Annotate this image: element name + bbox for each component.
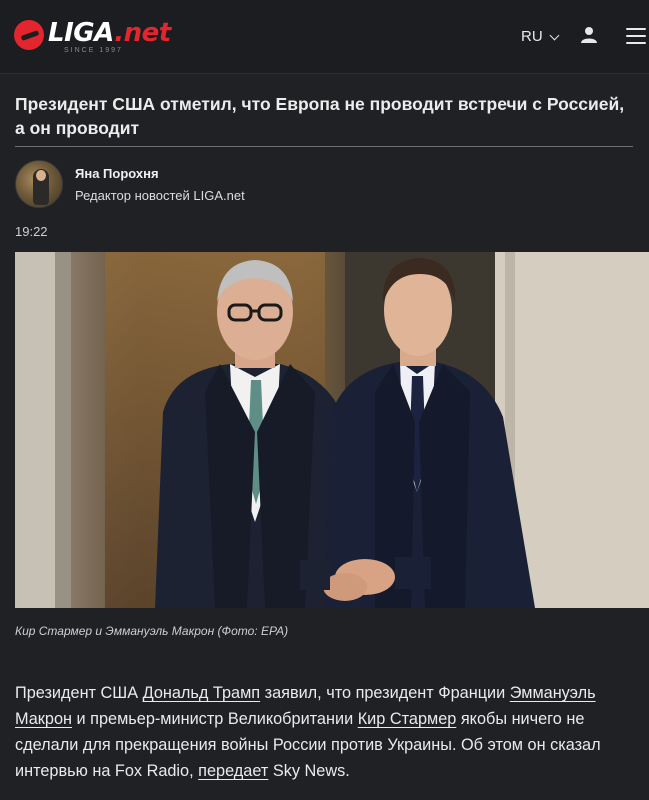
logo-main: LIGA [48, 18, 115, 48]
language-label: RU [521, 28, 543, 45]
site-header: LIGA.net SINCE 1997 RU [0, 0, 649, 74]
article-lead-paragraph: Президент США Дональд Трамп заявил, что … [15, 680, 645, 784]
body-text-part: Sky News. [268, 762, 350, 780]
language-switcher[interactable]: RU [521, 28, 560, 45]
article-title: Президент США отметил, что Европа не про… [15, 94, 625, 138]
author-role: Редактор новостей LIGA.net [75, 188, 245, 203]
photo-caption: Кир Стармер и Эммануэль Макрон (Фото: EP… [15, 624, 289, 638]
body-text-part: заявил, что президент Франции [260, 684, 510, 702]
link-source-sky-news[interactable]: передает [198, 762, 268, 780]
publish-time: 19:22 [15, 224, 48, 239]
author-name[interactable]: Яна Порохня [75, 166, 159, 181]
hamburger-menu-icon[interactable] [626, 28, 646, 44]
link-keir-starmer[interactable]: Кир Стармер [358, 710, 457, 728]
author-avatar[interactable] [15, 160, 63, 208]
user-icon[interactable] [580, 26, 598, 44]
logo-text: LIGA.net [48, 18, 171, 48]
body-text-part: и премьер-министр Великобритании [72, 710, 358, 728]
article-photo [15, 252, 649, 608]
site-logo[interactable]: LIGA.net SINCE 1997 [14, 18, 184, 58]
body-text-part: Президент США [15, 684, 143, 702]
logo-since: SINCE 1997 [64, 47, 123, 54]
title-divider [15, 146, 633, 147]
chevron-down-icon [549, 30, 560, 40]
link-donald-trump[interactable]: Дональд Трамп [143, 684, 260, 702]
liga-logo-icon [14, 20, 44, 50]
logo-suffix: .net [114, 18, 171, 48]
